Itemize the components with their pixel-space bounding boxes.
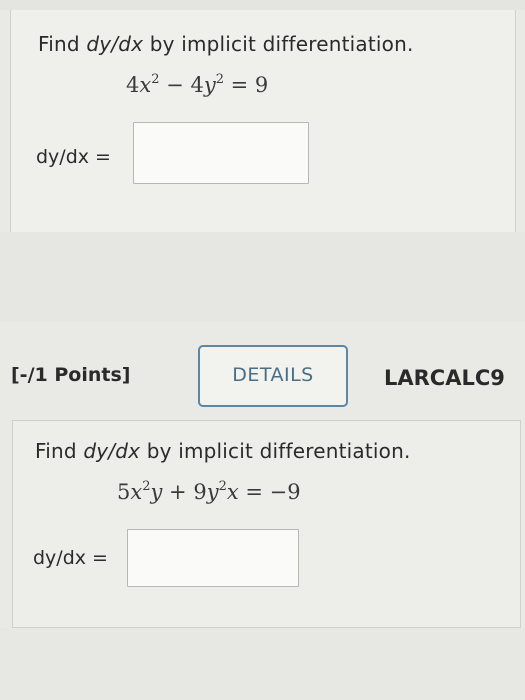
eq-term: y bbox=[203, 73, 216, 97]
divider-band bbox=[0, 232, 525, 322]
question-1-panel: Find dy/dx by implicit differentiation. … bbox=[10, 10, 516, 233]
question-2-answer-input[interactable] bbox=[127, 529, 299, 587]
eq-term: y bbox=[206, 480, 219, 504]
eq-term: 4 bbox=[126, 73, 140, 97]
eq-term: y bbox=[150, 480, 163, 504]
eq-exponent: 2 bbox=[215, 72, 224, 87]
question-1-prompt: Find dy/dx by implicit differentiation. bbox=[38, 32, 414, 56]
question-1-equation: 4x2 − 4y2 = 9 bbox=[126, 72, 268, 97]
details-button[interactable]: DETAILS bbox=[198, 345, 348, 407]
question-2-panel: Find dy/dx by implicit differentiation. … bbox=[12, 420, 521, 628]
points-label: [-/1 Points] bbox=[11, 364, 131, 386]
eq-term: − 4 bbox=[159, 73, 204, 97]
eq-term: x bbox=[130, 480, 143, 504]
eq-term: + 9 bbox=[162, 480, 207, 504]
eq-term: x bbox=[226, 480, 239, 504]
prompt-variable: dy/dx bbox=[83, 439, 141, 463]
eq-term: = 9 bbox=[223, 73, 269, 97]
top-strip bbox=[0, 0, 525, 10]
bottom-band bbox=[0, 628, 525, 700]
question-2-prompt: Find dy/dx by implicit differentiation. bbox=[35, 439, 411, 463]
eq-exponent: 2 bbox=[151, 72, 160, 87]
prompt-text: by implicit differentiation. bbox=[143, 32, 414, 56]
prompt-text: Find bbox=[38, 32, 87, 56]
prompt-text: Find bbox=[35, 439, 84, 463]
course-code: LARCALC9 bbox=[384, 366, 505, 390]
question-1-answer-input[interactable] bbox=[133, 122, 309, 184]
prompt-text: by implicit differentiation. bbox=[140, 439, 411, 463]
eq-exponent: 2 bbox=[142, 479, 151, 494]
prompt-variable: dy/dx bbox=[86, 32, 144, 56]
question-2-equation: 5x2y + 9y2x = −9 bbox=[117, 479, 301, 504]
eq-term: x bbox=[139, 73, 152, 97]
question-2-answer-label: dy/dx = bbox=[33, 547, 108, 569]
eq-term: = −9 bbox=[238, 480, 301, 504]
eq-exponent: 2 bbox=[218, 479, 227, 494]
question-1-answer-label: dy/dx = bbox=[36, 146, 111, 168]
eq-term: 5 bbox=[117, 480, 131, 504]
